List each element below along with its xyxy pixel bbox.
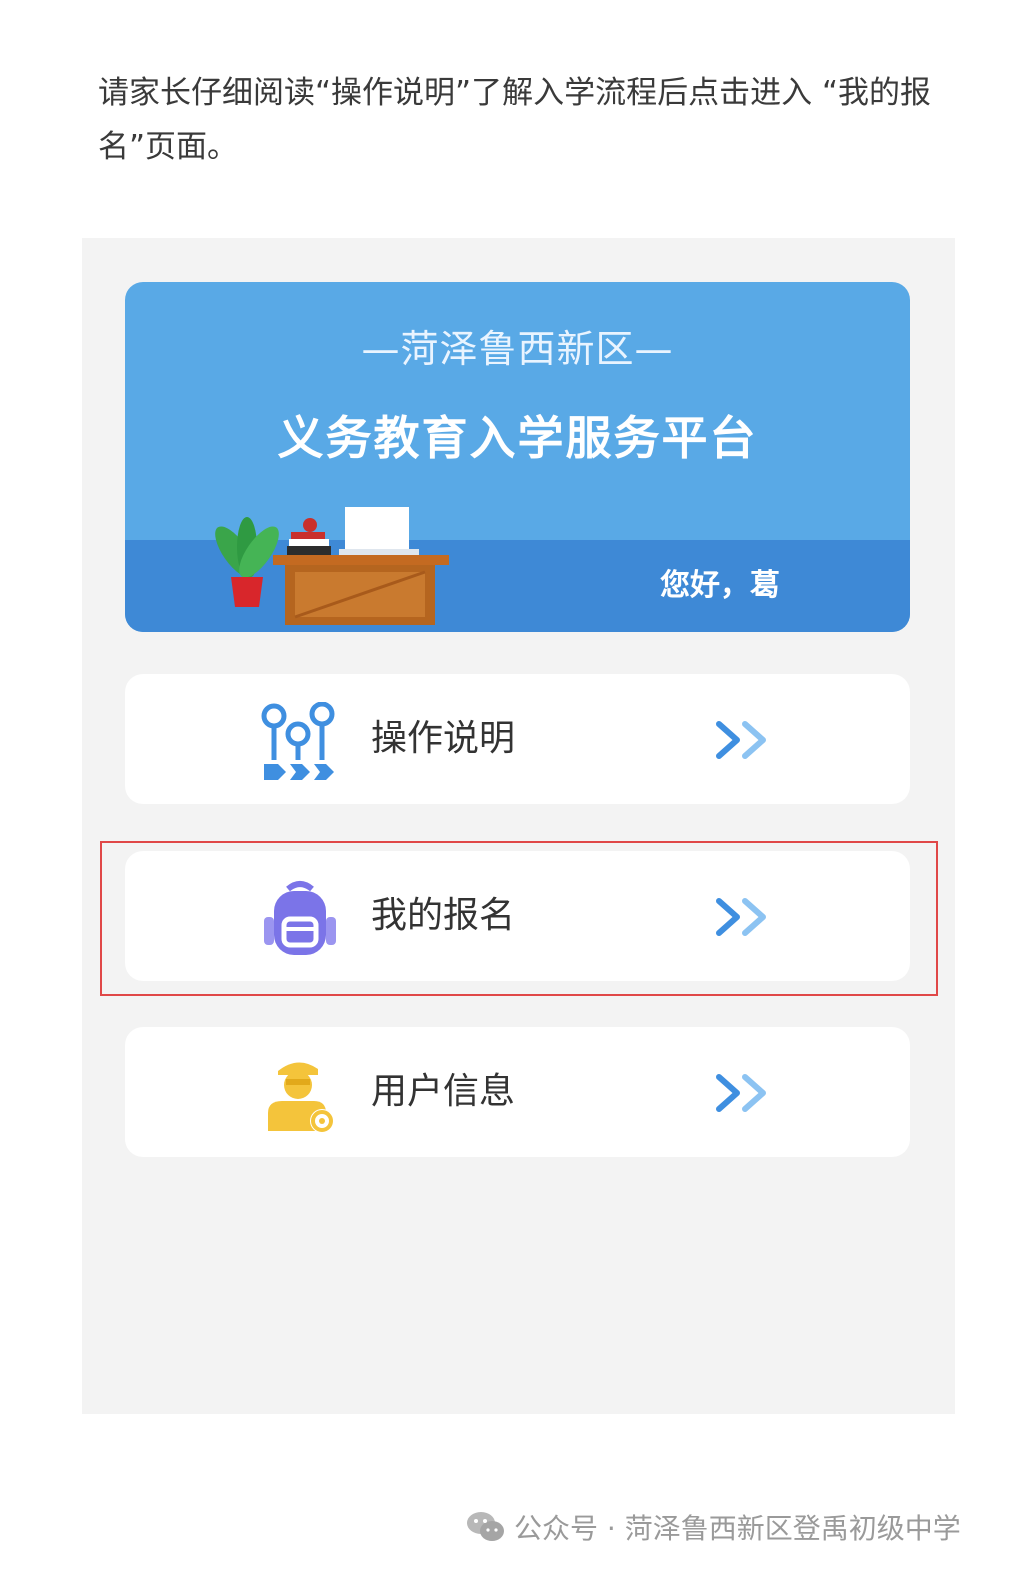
banner-region: —菏泽鲁西新区— <box>361 327 674 371</box>
desk-illustration <box>215 507 449 625</box>
platform-banner: —菏泽鲁西新区— 义务教育入学服务平台 您好，葛 <box>125 282 910 632</box>
footer-text: 公众号 · 菏泽鲁西新区登禹初级中学 <box>514 1512 961 1545</box>
greeting-text: 您好，葛 <box>660 568 780 603</box>
banner-title: 义务教育入学服务平台 <box>277 411 758 465</box>
user-settings-icon <box>268 1062 334 1133</box>
highlight-box <box>100 841 938 996</box>
double-chevron-right-icon <box>716 721 766 759</box>
menu-item-user-info[interactable]: 用户信息 <box>125 1027 910 1157</box>
menu-item-label: 用户信息 <box>371 1071 516 1112</box>
menu-item-label: 操作说明 <box>371 718 516 759</box>
double-chevron-right-icon <box>716 1074 766 1112</box>
instruction-text: 请家长仔细阅读“操作说明”了解入学流程后点击进入 “我的报名”页面。 <box>98 75 932 165</box>
app-screen: —菏泽鲁西新区— 义务教育入学服务平台 您好，葛 操作说明 我的报名 用户信息 <box>82 238 955 1414</box>
wechat-icon <box>467 1512 504 1541</box>
menu-item-instructions[interactable]: 操作说明 <box>125 674 910 804</box>
footer-attribution: 公众号 · 菏泽鲁西新区登禹初级中学 <box>466 1507 961 1547</box>
flow-chart-icon <box>261 702 335 780</box>
